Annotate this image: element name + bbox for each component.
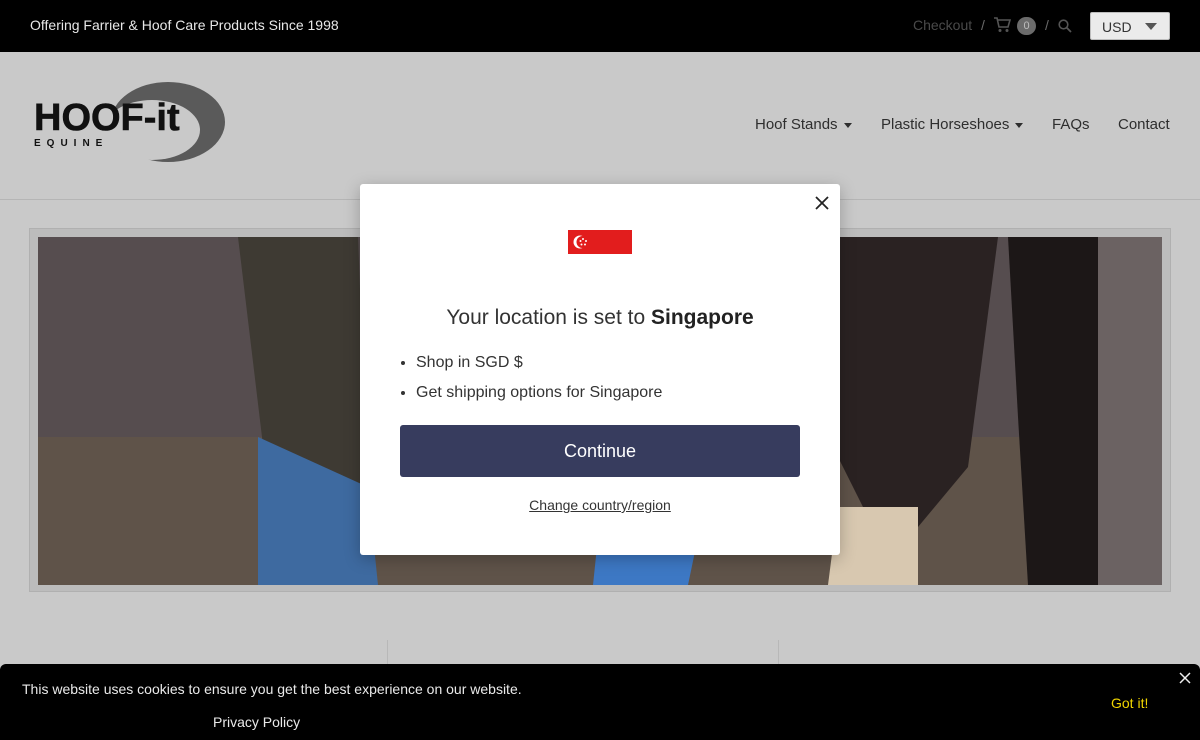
nav-hoof-stands[interactable]: Hoof Stands	[755, 116, 852, 133]
cookie-accept-button[interactable]: Got it!	[1111, 695, 1148, 711]
location-modal: Your location is set to Singapore Shop i…	[360, 184, 840, 555]
close-icon[interactable]	[812, 193, 832, 213]
cart-icon[interactable]	[993, 17, 1011, 33]
singapore-flag-icon	[568, 230, 632, 254]
privacy-policy-link[interactable]: Privacy Policy	[213, 714, 300, 730]
svg-text:HOOF-it: HOOF-it	[34, 97, 180, 139]
modal-title-prefix: Your location is set to	[446, 306, 651, 329]
site-logo[interactable]: HOOF-it EQUINE	[32, 80, 232, 164]
nav-contact[interactable]: Contact	[1118, 116, 1170, 133]
modal-benefits-list: Shop in SGD $ Get shipping options for S…	[416, 353, 662, 413]
modal-title: Your location is set to Singapore	[360, 306, 840, 330]
cart-count-badge[interactable]: 0	[1017, 17, 1036, 35]
close-icon[interactable]	[1178, 671, 1192, 685]
modal-country: Singapore	[651, 306, 754, 329]
list-item: Get shipping options for Singapore	[416, 383, 662, 413]
top-bar: Offering Farrier & Hoof Care Products Si…	[0, 0, 1200, 52]
tagline: Offering Farrier & Hoof Care Products Si…	[30, 17, 339, 33]
currency-select[interactable]: USD	[1090, 12, 1170, 40]
nav-plastic-horseshoes-label: Plastic Horseshoes	[881, 116, 1010, 133]
currency-value: USD	[1102, 19, 1132, 35]
nav-faqs[interactable]: FAQs	[1052, 116, 1090, 133]
list-item: Shop in SGD $	[416, 353, 662, 383]
separator: /	[981, 17, 985, 33]
continue-button[interactable]: Continue	[400, 425, 800, 477]
search-icon[interactable]	[1058, 19, 1072, 33]
change-country-link[interactable]: Change country/region	[360, 497, 840, 513]
nav-plastic-horseshoes[interactable]: Plastic Horseshoes	[881, 116, 1024, 133]
caret-down-icon	[843, 122, 852, 128]
nav-hoof-stands-label: Hoof Stands	[755, 116, 838, 133]
checkout-link[interactable]: Checkout	[913, 17, 972, 33]
separator: /	[1045, 17, 1049, 33]
chevron-down-icon	[1145, 23, 1157, 30]
svg-text:EQUINE: EQUINE	[34, 138, 108, 149]
site-header: HOOF-it EQUINE Hoof Stands Plastic Horse…	[0, 52, 1200, 200]
cookie-banner: This website uses cookies to ensure you …	[0, 664, 1200, 740]
caret-down-icon	[1015, 122, 1024, 128]
cookie-message: This website uses cookies to ensure you …	[22, 681, 522, 697]
